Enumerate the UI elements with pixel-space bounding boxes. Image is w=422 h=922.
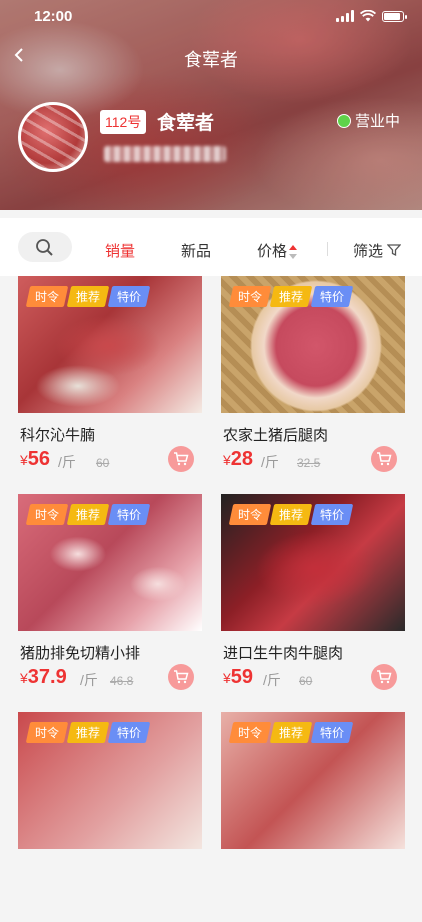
search-button[interactable] [18, 232, 72, 262]
product-card[interactable]: 时令 推荐 特价 进口生牛肉牛腿肉 ¥59 /斤 60 [221, 494, 405, 704]
page-title: 食荤者 [184, 50, 238, 70]
nav-bar: 食荤者 [0, 34, 422, 80]
tab-filter[interactable]: 筛选 [353, 240, 402, 261]
shop-status-label: 营业中 [354, 113, 400, 130]
price-unit: /斤 [58, 454, 76, 470]
tag-recommended: 推荐 [269, 722, 313, 743]
cart-icon [377, 670, 392, 684]
tag-special-offer: 特价 [107, 286, 151, 307]
wifi-icon [360, 10, 376, 22]
tab-filter-label: 筛选 [353, 243, 384, 260]
open-status-dot-icon [336, 113, 351, 128]
status-time: 12:00 [34, 8, 73, 25]
tab-price-label: 价格 [257, 243, 288, 260]
price-unit: /斤 [261, 454, 279, 470]
add-to-cart-button[interactable] [168, 664, 194, 690]
add-to-cart-button[interactable] [168, 446, 194, 472]
tag-special-offer: 特价 [310, 286, 354, 307]
shop-phone-blurred [104, 146, 226, 162]
tag-recommended: 推荐 [269, 504, 313, 525]
original-price: 60 [96, 456, 110, 470]
product-name: 科尔沁牛腩 [20, 427, 96, 444]
product-price: ¥37.9 [20, 666, 67, 688]
product-card[interactable]: 时令 推荐 特价 [18, 712, 202, 922]
product-name: 猪肋排免切精小排 [20, 645, 141, 662]
add-to-cart-button[interactable] [371, 446, 397, 472]
tag-recommended: 推荐 [66, 722, 110, 743]
product-card[interactable]: 时令 推荐 特价 农家土猪后腿肉 ¥28 /斤 32.5 [221, 276, 405, 486]
tag-special-offer: 特价 [107, 722, 151, 743]
tag-seasonal: 时令 [228, 504, 272, 525]
tag-special-offer: 特价 [310, 504, 354, 525]
tag-seasonal: 时令 [25, 504, 69, 525]
product-price: ¥28 [223, 448, 254, 470]
tab-new[interactable]: 新品 [181, 240, 211, 261]
shop-avatar [18, 102, 88, 172]
tag-seasonal: 时令 [228, 286, 272, 307]
tab-price[interactable]: 价格 [257, 240, 298, 261]
product-name: 进口生牛肉牛腿肉 [223, 645, 344, 662]
add-to-cart-button[interactable] [371, 664, 397, 690]
cart-icon [377, 452, 392, 466]
tag-seasonal: 时令 [25, 722, 69, 743]
price-unit: /斤 [80, 672, 98, 688]
search-icon [36, 239, 53, 256]
product-card[interactable]: 时令 推荐 特价 科尔沁牛腩 ¥56 /斤 60 [18, 276, 202, 486]
cart-icon [174, 452, 189, 466]
status-bar: 12:00 [0, 0, 422, 34]
shop-number-badge: 112号 [100, 110, 147, 134]
product-card[interactable]: 时令 推荐 特价 猪肋排免切精小排 ¥37.9 /斤 46.8 [18, 494, 202, 704]
shop-open-status: 营业中 [336, 110, 400, 131]
cellular-signal-icon [336, 10, 354, 22]
shop-name: 食荤者 [157, 113, 215, 134]
tag-recommended: 推荐 [66, 504, 110, 525]
filter-bar: 销量 新品 价格 筛选 [0, 218, 422, 276]
tag-special-offer: 特价 [107, 504, 151, 525]
tab-sales[interactable]: 销量 [105, 240, 135, 261]
original-price: 60 [299, 674, 313, 688]
tag-seasonal: 时令 [228, 722, 272, 743]
tag-seasonal: 时令 [25, 286, 69, 307]
sort-arrows-icon [289, 245, 298, 260]
product-name: 农家土猪后腿肉 [223, 427, 329, 444]
price-unit: /斤 [263, 672, 281, 688]
product-card[interactable]: 时令 推荐 特价 [221, 712, 405, 922]
product-price: ¥56 [20, 448, 51, 470]
tag-special-offer: 特价 [310, 722, 354, 743]
cart-icon [174, 670, 189, 684]
tag-recommended: 推荐 [66, 286, 110, 307]
product-price: ¥59 [223, 666, 254, 688]
battery-icon [382, 10, 407, 22]
tag-recommended: 推荐 [269, 286, 313, 307]
original-price: 32.5 [297, 456, 321, 470]
original-price: 46.8 [110, 674, 134, 688]
filter-funnel-icon [386, 244, 402, 257]
divider [327, 242, 328, 256]
